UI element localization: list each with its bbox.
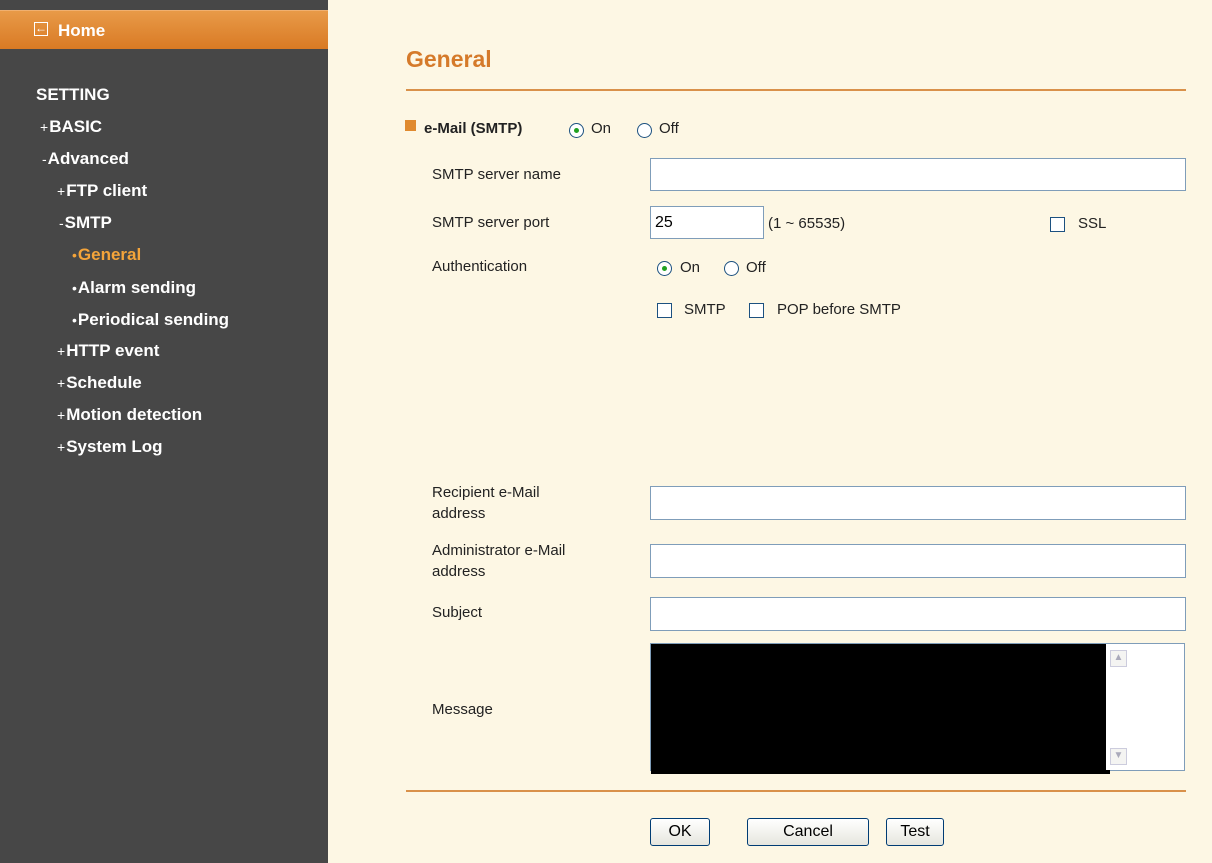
- email-on-label: On: [591, 120, 612, 137]
- message-label: Message: [432, 701, 493, 718]
- port-range-hint: (1 ~ 65535): [768, 215, 846, 232]
- nav-alarm-sending[interactable]: •Alarm sending: [72, 278, 196, 298]
- nav-ftp-client[interactable]: +FTP client: [57, 181, 147, 201]
- administrator-label: Administrator e-Mail address: [432, 542, 566, 580]
- subject-label: Subject: [432, 604, 483, 621]
- smtp-auth-label: SMTP: [684, 301, 726, 318]
- nav-http-event[interactable]: +HTTP event: [57, 341, 159, 361]
- nav-system-log[interactable]: +System Log: [57, 437, 163, 457]
- subject-input[interactable]: [650, 597, 1186, 631]
- section-bullet-icon: [405, 120, 416, 131]
- auth-off-radio[interactable]: [724, 261, 739, 276]
- pop-before-smtp-label: POP before SMTP: [777, 301, 901, 318]
- smtp-server-name-input[interactable]: [650, 158, 1186, 191]
- test-button[interactable]: Test: [886, 818, 944, 846]
- smtp-server-port-label: SMTP server port: [432, 214, 550, 231]
- smtp-server-name-label: SMTP server name: [432, 166, 561, 183]
- email-smtp-label: e-Mail (SMTP): [424, 120, 523, 137]
- title-divider: [406, 89, 1186, 91]
- recipient-label: Recipient e-Mail address: [432, 484, 540, 522]
- sidebar: ← Home SETTING +BASIC -Advanced +FTP cli…: [0, 0, 328, 863]
- smtp-server-port-input[interactable]: [650, 206, 764, 239]
- nav-smtp[interactable]: -SMTP: [59, 213, 112, 233]
- message-scrollbar[interactable]: ▲ ▼: [1106, 644, 1184, 770]
- pop-before-smtp-checkbox[interactable]: [749, 303, 764, 318]
- authentication-label: Authentication: [432, 258, 528, 275]
- nav-schedule[interactable]: +Schedule: [57, 373, 142, 393]
- email-on-radio[interactable]: [569, 123, 584, 138]
- footer-divider: [406, 790, 1186, 792]
- main-content: General e-Mail (SMTP) On Off SMTP server…: [328, 0, 1212, 863]
- nav-advanced[interactable]: -Advanced: [42, 149, 129, 169]
- auth-on-radio[interactable]: [657, 261, 672, 276]
- nav-periodical-sending[interactable]: •Periodical sending: [72, 310, 229, 330]
- setting-heading: SETTING: [36, 85, 110, 104]
- home-link[interactable]: ← Home: [0, 10, 328, 49]
- home-label: Home: [58, 21, 106, 40]
- message-box: ▲ ▼: [650, 643, 1185, 774]
- email-off-label: Off: [659, 120, 679, 137]
- page-title: General: [406, 46, 492, 72]
- recipient-email-input[interactable]: [650, 486, 1186, 520]
- nav-general[interactable]: •General: [72, 245, 141, 265]
- administrator-email-input[interactable]: [650, 544, 1186, 578]
- scroll-down-icon[interactable]: ▼: [1110, 748, 1127, 765]
- smtp-auth-checkbox[interactable]: [657, 303, 672, 318]
- cancel-button[interactable]: Cancel: [747, 818, 869, 846]
- nav-basic[interactable]: +BASIC: [40, 117, 102, 137]
- auth-on-label: On: [680, 259, 701, 276]
- ssl-checkbox[interactable]: [1050, 217, 1065, 232]
- email-off-radio[interactable]: [637, 123, 652, 138]
- auth-off-label: Off: [746, 259, 766, 276]
- scroll-up-icon[interactable]: ▲: [1110, 650, 1127, 667]
- message-textarea[interactable]: [651, 644, 1110, 774]
- ssl-label: SSL: [1078, 215, 1107, 232]
- back-arrow-icon: ←: [34, 21, 48, 36]
- nav-motion-detection[interactable]: +Motion detection: [57, 405, 202, 425]
- ok-button[interactable]: OK: [650, 818, 710, 846]
